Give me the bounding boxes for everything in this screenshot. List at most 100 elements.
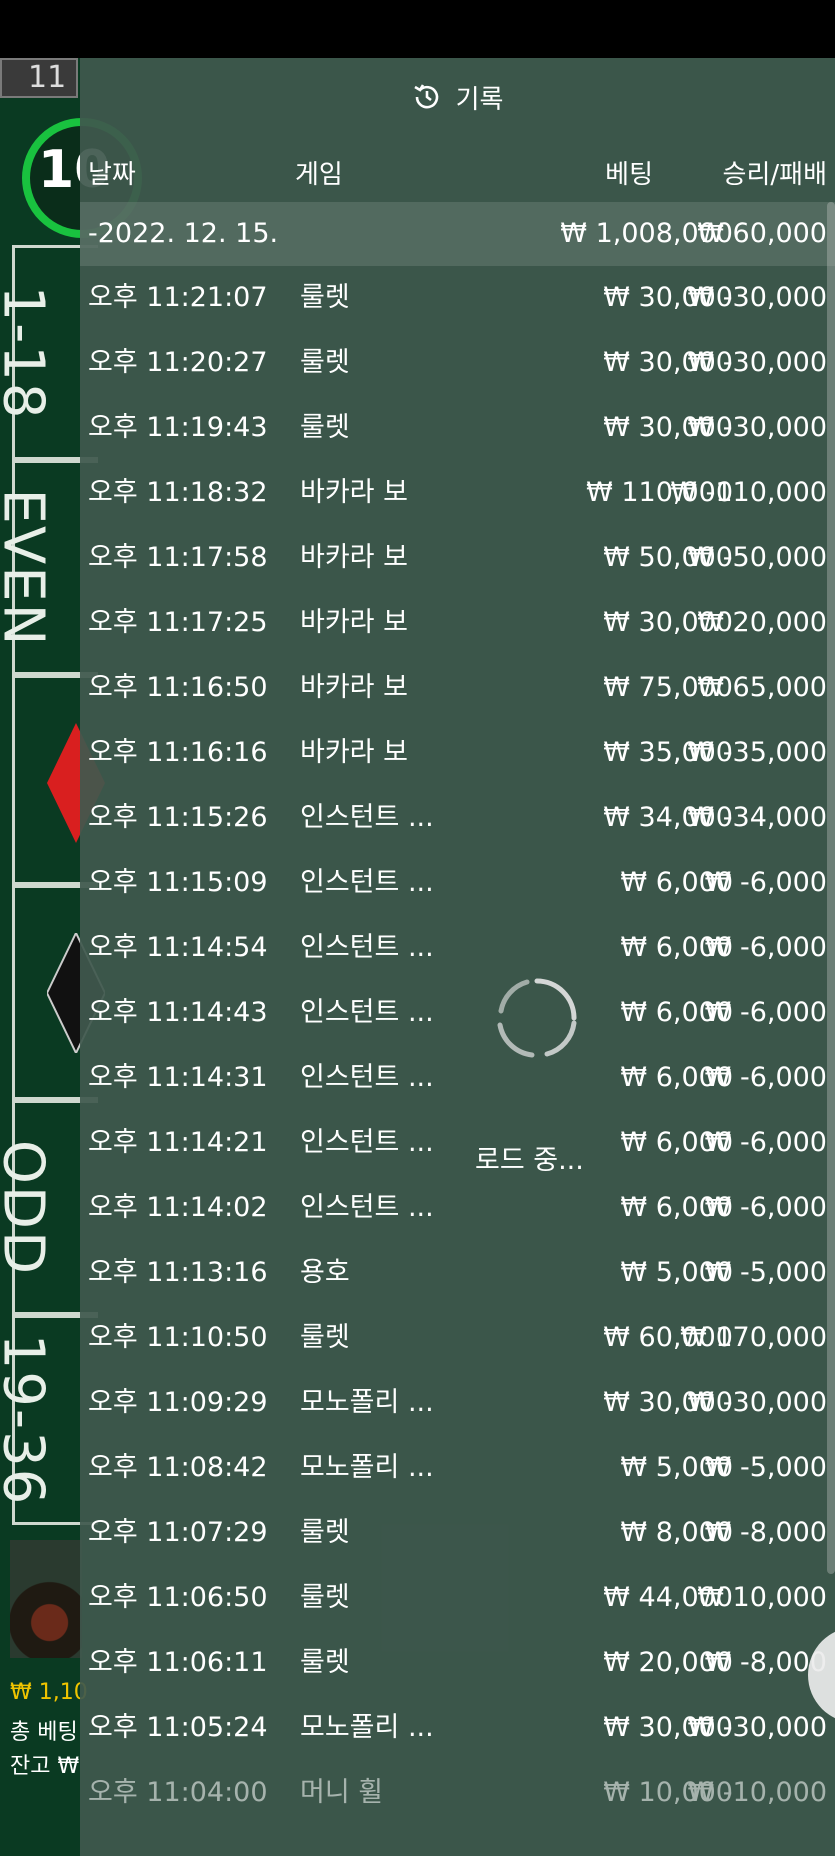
bet-cell-label: 19-36 bbox=[0, 1333, 56, 1507]
column-header-bet: 베팅 bbox=[605, 160, 653, 190]
bet-cell-label: 1-18 bbox=[0, 284, 56, 421]
row-result: ₩ -8,000 bbox=[704, 1517, 827, 1548]
column-header-game: 게임 bbox=[295, 160, 343, 190]
bottom-amount: ₩ 1,10 bbox=[10, 1680, 88, 1705]
history-row[interactable]: 오후 11:14:21 인스턴트 ... ₩ 6,000 ₩ -6,000 bbox=[80, 1111, 835, 1176]
row-time: 오후 11:18:32 bbox=[88, 477, 268, 508]
history-row[interactable]: 오후 11:07:29 룰렛 ₩ 8,000 ₩ -8,000 bbox=[80, 1501, 835, 1566]
status-bar bbox=[0, 0, 835, 58]
history-row[interactable]: 오후 11:16:16 바카라 보 ₩ 35,000 ₩ -35,000 bbox=[80, 721, 835, 786]
row-game: 인스턴트 ... bbox=[300, 997, 434, 1028]
group-total-result: ₩ 60,000 bbox=[697, 218, 827, 249]
row-time: 오후 11:13:16 bbox=[88, 1257, 268, 1288]
history-row[interactable]: 오후 11:09:29 모노폴리 ... ₩ 30,000 ₩ -30,000 bbox=[80, 1371, 835, 1436]
history-panel-header: 기록 bbox=[80, 58, 835, 136]
bet-cell-label: EVEN bbox=[0, 488, 56, 647]
history-row[interactable]: 오후 11:08:42 모노폴리 ... ₩ 5,000 ₩ -5,000 bbox=[80, 1436, 835, 1501]
history-row[interactable]: 오후 11:04:00 머니 휠 ₩ 10,000 ₩ -10,000 bbox=[80, 1761, 835, 1826]
history-row[interactable]: 오후 11:14:43 인스턴트 ... ₩ 6,000 ₩ -6,000 bbox=[80, 981, 835, 1046]
row-time: 오후 11:06:50 bbox=[88, 1582, 268, 1613]
history-row[interactable]: 오후 11:15:09 인스턴트 ... ₩ 6,000 ₩ -6,000 bbox=[80, 851, 835, 916]
row-time: 오후 11:07:29 bbox=[88, 1517, 268, 1548]
row-game: 인스턴트 ... bbox=[300, 1062, 434, 1093]
history-row[interactable]: 오후 11:18:32 바카라 보 ₩ 110,000 ₩ -110,000 bbox=[80, 461, 835, 526]
balance-label: 잔고 ₩ bbox=[10, 1754, 80, 1779]
row-time: 오후 11:17:58 bbox=[88, 542, 268, 573]
row-time: 오후 11:15:26 bbox=[88, 802, 268, 833]
history-icon bbox=[413, 84, 438, 109]
row-result: ₩ -6,000 bbox=[704, 867, 827, 898]
row-game: 인스턴트 ... bbox=[300, 932, 434, 963]
row-game: 모노폴리 ... bbox=[300, 1712, 434, 1743]
row-time: 오후 11:14:21 bbox=[88, 1127, 268, 1158]
row-time: 오후 11:14:54 bbox=[88, 932, 268, 963]
row-time: 오후 11:04:00 bbox=[88, 1777, 268, 1808]
history-row[interactable]: 오후 11:21:07 룰렛 ₩ 30,000 ₩ -30,000 bbox=[80, 266, 835, 331]
row-game: 인스턴트 ... bbox=[300, 867, 434, 898]
row-game: 룰렛 bbox=[300, 1322, 350, 1353]
row-game: 인스턴트 ... bbox=[300, 802, 434, 833]
row-result: ₩ 10,000 bbox=[697, 1582, 827, 1613]
row-time: 오후 11:21:07 bbox=[88, 282, 268, 313]
row-time: 오후 11:10:50 bbox=[88, 1322, 268, 1353]
row-game: 용호 bbox=[300, 1257, 350, 1288]
history-row[interactable]: 오후 11:10:50 룰렛 ₩ 60,000 ₩ 170,000 bbox=[80, 1306, 835, 1371]
history-row[interactable]: 오후 11:06:11 룰렛 ₩ 20,000 ₩ -8,000 bbox=[80, 1631, 835, 1696]
row-result: ₩ -30,000 bbox=[687, 1387, 828, 1418]
row-time: 오후 11:17:25 bbox=[88, 607, 268, 638]
row-result: ₩ -30,000 bbox=[687, 412, 828, 443]
history-row[interactable]: 오후 11:17:58 바카라 보 ₩ 50,000 ₩ -50,000 bbox=[80, 526, 835, 591]
row-result: ₩ -10,000 bbox=[687, 1777, 828, 1808]
row-result: ₩ -34,000 bbox=[687, 802, 828, 833]
history-row[interactable]: 오후 11:20:27 룰렛 ₩ 30,000 ₩ -30,000 bbox=[80, 331, 835, 396]
row-result: ₩ -30,000 bbox=[687, 282, 828, 313]
loading-text: 로드 중... bbox=[475, 1145, 584, 1176]
row-result: ₩ -110,000 bbox=[670, 477, 827, 508]
history-panel: 기록 날짜 게임 베팅 승리/패배 -2022. 12. 15. ₩ 1,008… bbox=[80, 58, 835, 1856]
column-header-date: 날짜 bbox=[88, 160, 136, 190]
round-number-badge: 11 bbox=[0, 58, 78, 98]
history-row[interactable]: 오후 11:16:50 바카라 보 ₩ 75,000 ₩ 65,000 bbox=[80, 656, 835, 721]
row-result: ₩ -5,000 bbox=[704, 1452, 827, 1483]
row-time: 오후 11:15:09 bbox=[88, 867, 268, 898]
history-row[interactable]: 오후 11:19:43 룰렛 ₩ 30,000 ₩ -30,000 bbox=[80, 396, 835, 461]
row-time: 오후 11:14:43 bbox=[88, 997, 268, 1028]
history-row[interactable]: 오후 11:14:02 인스턴트 ... ₩ 6,000 ₩ -6,000 bbox=[80, 1176, 835, 1241]
history-row[interactable]: 오후 11:13:16 용호 ₩ 5,000 ₩ -5,000 bbox=[80, 1241, 835, 1306]
history-row[interactable]: 오후 11:05:24 모노폴리 ... ₩ 30,000 ₩ -30,000 bbox=[80, 1696, 835, 1761]
loading-spinner-icon bbox=[497, 978, 577, 1058]
row-game: 머니 휠 bbox=[300, 1777, 384, 1808]
row-result: ₩ -5,000 bbox=[704, 1257, 827, 1288]
row-time: 오후 11:14:02 bbox=[88, 1192, 268, 1223]
live-table-thumbnail[interactable] bbox=[10, 1540, 82, 1658]
history-row[interactable]: 오후 11:17:25 바카라 보 ₩ 30,000 ₩ 20,000 bbox=[80, 591, 835, 656]
history-row[interactable]: 오후 11:14:31 인스턴트 ... ₩ 6,000 ₩ -6,000 bbox=[80, 1046, 835, 1111]
row-time: 오후 11:19:43 bbox=[88, 412, 268, 443]
row-result: ₩ 20,000 bbox=[697, 607, 827, 638]
history-title: 기록 bbox=[455, 84, 504, 115]
history-row[interactable]: 오후 11:06:50 룰렛 ₩ 44,000 ₩ 10,000 bbox=[80, 1566, 835, 1631]
row-game: 룰렛 bbox=[300, 1517, 350, 1548]
row-time: 오후 11:20:27 bbox=[88, 347, 268, 378]
row-result: ₩ 170,000 bbox=[680, 1322, 827, 1353]
column-header-result: 승리/패배 bbox=[722, 160, 827, 190]
row-game: 바카라 보 bbox=[300, 477, 408, 508]
row-result: ₩ -6,000 bbox=[704, 997, 827, 1028]
row-result: ₩ -6,000 bbox=[704, 1062, 827, 1093]
total-bet-label: 총 베팅 bbox=[10, 1720, 78, 1745]
row-game: 바카라 보 bbox=[300, 672, 408, 703]
row-time: 오후 11:16:50 bbox=[88, 672, 268, 703]
row-game: 룰렛 bbox=[300, 1647, 350, 1678]
row-result: ₩ -50,000 bbox=[687, 542, 828, 573]
history-row[interactable]: 오후 11:15:26 인스턴트 ... ₩ 34,000 ₩ -34,000 bbox=[80, 786, 835, 851]
row-result: ₩ -30,000 bbox=[687, 347, 828, 378]
row-time: 오후 11:16:16 bbox=[88, 737, 268, 768]
bet-cell-label: ODD bbox=[0, 1139, 56, 1276]
date-group-row[interactable]: -2022. 12. 15. ₩ 1,008,000 ₩ 60,000 bbox=[80, 202, 835, 266]
history-scrollbar[interactable] bbox=[827, 202, 835, 1574]
history-row[interactable]: 오후 11:14:54 인스턴트 ... ₩ 6,000 ₩ -6,000 bbox=[80, 916, 835, 981]
row-time: 오후 11:06:11 bbox=[88, 1647, 268, 1678]
row-time: 오후 11:09:29 bbox=[88, 1387, 268, 1418]
row-game: 인스턴트 ... bbox=[300, 1192, 434, 1223]
row-time: 오후 11:05:24 bbox=[88, 1712, 268, 1743]
